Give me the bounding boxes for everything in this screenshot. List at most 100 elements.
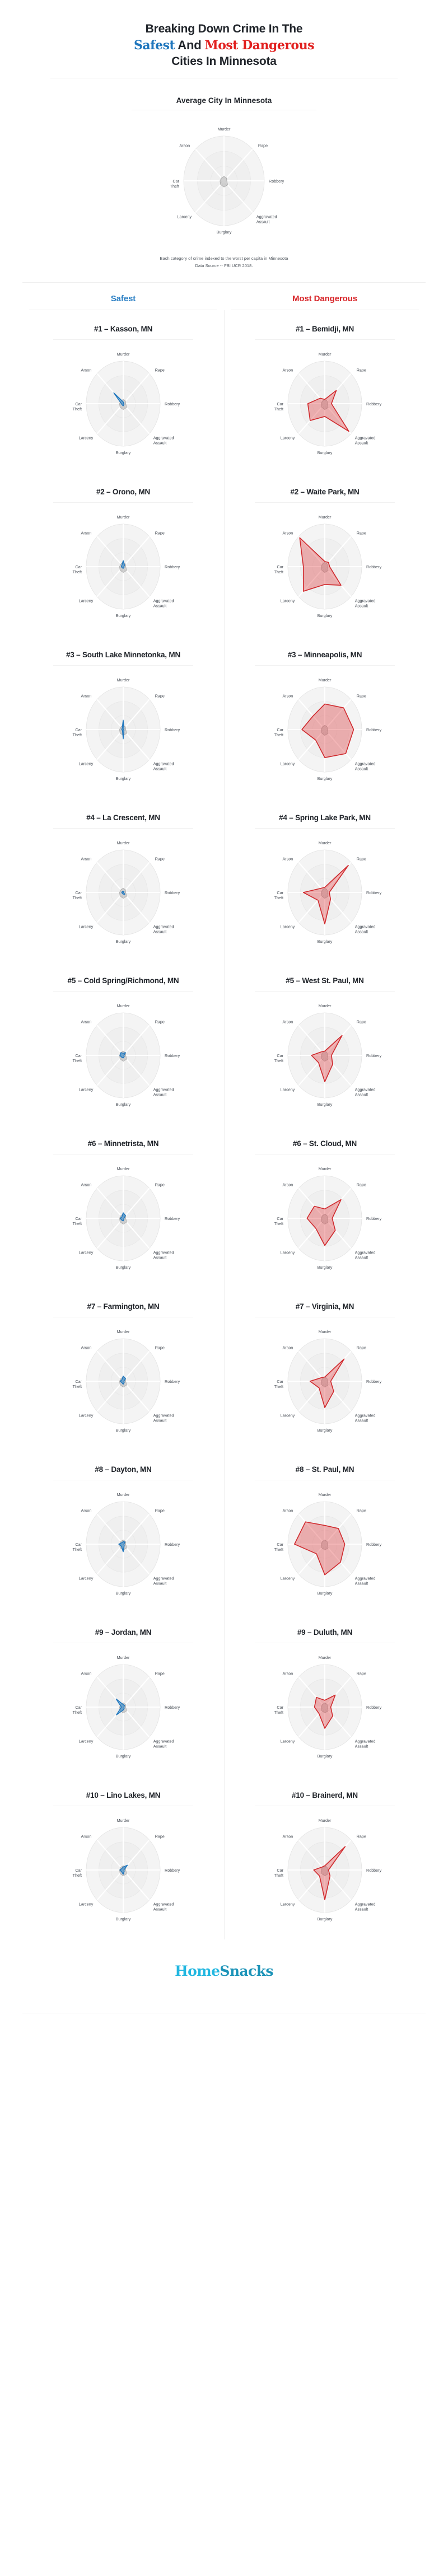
city-card-safest[interactable]: #10 – Lino Lakes, MN Murder Rape Robbery Agg… — [22, 1776, 224, 1939]
radar-axis-label: Larceny — [79, 599, 94, 604]
radar-axis-label: Theft — [274, 895, 283, 900]
radar-axis-label: Murder — [319, 1492, 332, 1497]
radar-axis-label: Larceny — [178, 214, 192, 219]
city-radar-chart: Murder Rape Robbery Aggravated Assault Burgla… — [227, 1804, 422, 1934]
radar-axis-label: Burglary — [116, 776, 131, 781]
radar-axis-label: Murder — [117, 1166, 130, 1171]
radar-axis-label: Car — [75, 1542, 82, 1547]
radar-axis-label: Arson — [283, 531, 293, 536]
radar-axis-label: Aggravated — [355, 924, 376, 929]
radar-axis-label: Larceny — [79, 1576, 94, 1581]
radar-axis-label: Aggravated — [355, 436, 376, 441]
radar-axis-label: Theft — [73, 1384, 82, 1389]
radar-axis-label: Assault — [153, 604, 167, 609]
radar-axis-label: Murder — [117, 1655, 130, 1660]
radar-svg: Murder Rape Robbery AggravatedAssault Burgla… — [73, 840, 180, 944]
radar-axis-label: Car — [277, 1053, 283, 1058]
city-radar-chart: Murder Rape Robbery Aggravated Assault Burgla… — [227, 826, 422, 956]
city-card-safest[interactable]: #4 – La Crescent, MN Murder Rape Robbery Agg… — [22, 799, 224, 962]
city-card-dangerous[interactable]: #7 – Virginia, MN Murder Rape Robbery Aggrav… — [224, 1288, 426, 1451]
city-card-dangerous[interactable]: #8 – St. Paul, MN Murder Rape Robbery Aggrav… — [224, 1451, 426, 1614]
radar-axis-label: Rape — [155, 368, 165, 373]
radar-axis-label: Car — [277, 1379, 283, 1384]
radar-axis-label: Arson — [81, 1671, 92, 1676]
radar-axis-label: Arson — [81, 368, 92, 373]
radar-axis-label: Burglary — [318, 1428, 333, 1433]
homesnacks-logo[interactable]: HomeSnacks — [22, 1963, 426, 1979]
radar-axis-label: Burglary — [116, 1265, 131, 1270]
radar-axis-label: Robbery — [165, 564, 180, 569]
radar-svg: Murder Rape Robbery AggravatedAssault Burgla… — [274, 1329, 382, 1433]
radar-axis-label: Assault — [355, 604, 368, 609]
city-card-safest[interactable]: #1 – Kasson, MN Murder Rape Robbery Aggravat… — [22, 310, 224, 473]
radar-axis-label: Arson — [81, 1020, 92, 1025]
city-radar-chart: Murder Rape Robbery Aggravated Assault Burgla… — [227, 338, 422, 467]
radar-axis-label: Robbery — [366, 1053, 382, 1058]
logo-part-home: Home — [175, 1963, 220, 1980]
caption-line-2: Data Source -- FBI UCR 2018. — [195, 263, 253, 269]
radar-axis-label: Burglary — [116, 613, 131, 618]
radar-axis-label: Theft — [274, 1221, 283, 1226]
radar-axis-label: Assault — [153, 1907, 167, 1912]
radar-svg: Murder Rape Robbery AggravatedAssault Burgla… — [274, 1492, 382, 1596]
radar-axis-label: Car — [277, 1868, 283, 1873]
radar-svg: Murder Rape Robbery AggravatedAssault Burgla… — [73, 1329, 180, 1433]
radar-axis-label: Rape — [357, 857, 366, 862]
radar-axis-label: Assault — [153, 1418, 167, 1423]
radar-axis-label: Car — [75, 1868, 82, 1873]
radar-axis-label: Aggravated — [355, 1576, 376, 1581]
radar-axis-label: Robbery — [165, 890, 180, 895]
radar-axis-label: Theft — [274, 569, 283, 574]
city-card-safest[interactable]: #8 – Dayton, MN Murder Rape Robbery Aggravat… — [22, 1451, 224, 1614]
caption-line-1: Each category of crime indexed to the wo… — [160, 256, 288, 261]
radar-axis-label: Larceny — [281, 1250, 295, 1255]
city-radar-chart: Murder Rape Robbery Aggravated Assault Burgla… — [227, 989, 422, 1119]
city-card-dangerous[interactable]: #5 – West St. Paul, MN Murder Rape Robbery A… — [224, 962, 426, 1125]
city-card-safest[interactable]: #7 – Farmington, MN Murder Rape Robbery Aggr… — [22, 1288, 224, 1451]
radar-axis-label: Aggravated — [153, 1902, 174, 1907]
radar-axis-label: Robbery — [269, 179, 284, 184]
radar-axis-label: Murder — [117, 515, 130, 520]
radar-axis-label: Assault — [153, 1092, 167, 1097]
radar-axis-label: Burglary — [318, 1591, 333, 1596]
radar-axis-label: Assault — [153, 441, 167, 446]
radar-axis-label: Burglary — [318, 1102, 333, 1107]
radar-axis-label: Larceny — [281, 1087, 295, 1092]
radar-axis-label: Larceny — [281, 1739, 295, 1744]
footer: HomeSnacks — [22, 1939, 426, 1998]
radar-axis-label: Rape — [357, 368, 366, 373]
city-card-dangerous[interactable]: #2 – Waite Park, MN Murder Rape Robbery Aggr… — [224, 473, 426, 636]
radar-axis-label: Aggravated — [153, 1739, 174, 1744]
radar-axis-label: Assault — [355, 1744, 368, 1749]
radar-axis-label: Rape — [155, 1834, 165, 1839]
city-card-dangerous[interactable]: #1 – Bemidji, MN Murder Rape Robbery Aggrava… — [224, 310, 426, 473]
city-card-safest[interactable]: #5 – Cold Spring/Richmond, MN Murder Rape R… — [22, 962, 224, 1125]
radar-axis-label: Robbery — [165, 1216, 180, 1221]
city-card-dangerous[interactable]: #6 – St. Cloud, MN Murder Rape Robbery Aggra… — [224, 1125, 426, 1288]
radar-axis-label: Rape — [155, 531, 165, 536]
radar-axis-label: Arson — [81, 1508, 92, 1513]
city-card-dangerous[interactable]: #10 – Brainerd, MN Murder Rape Robbery Aggra… — [224, 1776, 426, 1939]
average-city-block: Average City In Minnesota Murder Rape Robb… — [22, 84, 426, 283]
city-card-dangerous[interactable]: #9 – Duluth, MN Murder Rape Robbery Aggravat… — [224, 1614, 426, 1776]
city-card-safest[interactable]: #6 – Minnetrista, MN Murder Rape Robbery Agg… — [22, 1125, 224, 1288]
city-card-safest[interactable]: #2 – Orono, MN Murder Rape Robbery Aggravate… — [22, 473, 224, 636]
radar-axis-label: Theft — [274, 732, 283, 737]
radar-svg: Murder Rape Robbery AggravatedAssault Burgla… — [73, 677, 180, 781]
radar-axis-label: Theft — [170, 184, 179, 189]
city-card-safest[interactable]: #3 – South Lake Minnetonka, MN Murder Rape… — [22, 636, 224, 799]
radar-axis-label: Murder — [117, 1003, 130, 1008]
radar-axis-label: Burglary — [116, 1102, 131, 1107]
radar-axis-label: Burglary — [318, 1916, 333, 1922]
title-and-word: And — [175, 38, 205, 52]
city-card-dangerous[interactable]: #3 – Minneapolis, MN Murder Rape Robbery Agg… — [224, 636, 426, 799]
city-card-title: #3 – Minneapolis, MN — [287, 651, 362, 660]
radar-axis-label: Arson — [283, 694, 293, 699]
radar-axis-label: Robbery — [366, 1216, 382, 1221]
radar-axis-label: Arson — [81, 857, 92, 862]
radar-axis-label: Murder — [117, 1492, 130, 1497]
city-card-dangerous[interactable]: #4 – Spring Lake Park, MN Murder Rape Robbe… — [224, 799, 426, 962]
radar-axis-label: Murder — [319, 352, 332, 357]
city-card-safest[interactable]: #9 – Jordan, MN Murder Rape Robbery Aggravat… — [22, 1614, 224, 1776]
radar-axis-label: Robbery — [366, 564, 382, 569]
